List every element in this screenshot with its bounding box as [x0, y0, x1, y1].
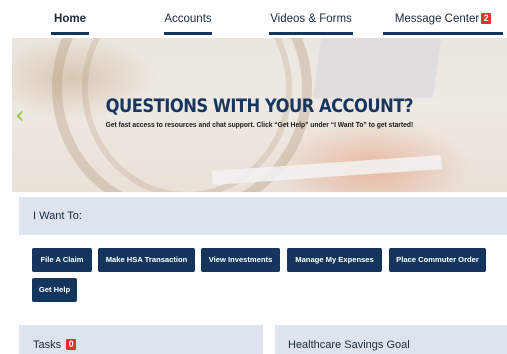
- nav-message-center[interactable]: Message Center 2: [383, 13, 503, 35]
- nav-home-label: Home: [54, 13, 86, 25]
- carousel-prev-icon[interactable]: ‹: [15, 103, 25, 127]
- file-a-claim-button[interactable]: File A Claim: [32, 248, 92, 272]
- message-count-badge: 2: [481, 13, 492, 24]
- make-hsa-transaction-button[interactable]: Make HSA Transaction: [98, 248, 195, 272]
- nav-videos-forms-underline: [269, 32, 353, 35]
- nav-accounts-label: Accounts: [164, 13, 212, 25]
- i-want-to-header: I Want To:: [19, 197, 507, 235]
- hero-background-laptop: [312, 38, 442, 98]
- i-want-to-title: I Want To:: [33, 210, 82, 222]
- tasks-panel: Tasks 0: [19, 325, 263, 354]
- top-nav: Home Accounts Videos & Forms Message Cen…: [0, 0, 507, 38]
- nav-message-center-underline: [383, 32, 503, 35]
- tasks-title: Tasks 0: [33, 339, 77, 351]
- hero-title: QUESTIONS WITH YOUR ACCOUNT?: [105, 95, 414, 117]
- nav-accounts-underline: [164, 32, 212, 35]
- manage-my-expenses-button[interactable]: Manage My Expenses: [287, 248, 382, 272]
- nav-videos-forms[interactable]: Videos & Forms: [269, 13, 353, 35]
- hero-banner[interactable]: ‹ QUESTIONS WITH YOUR ACCOUNT? Get fast …: [12, 38, 507, 192]
- tasks-count-badge: 0: [66, 339, 77, 350]
- get-help-button[interactable]: Get Help: [32, 278, 77, 302]
- place-commuter-order-button[interactable]: Place Commuter Order: [389, 248, 486, 272]
- nav-accounts[interactable]: Accounts: [163, 13, 213, 35]
- tasks-title-label: Tasks: [33, 339, 62, 351]
- nav-message-center-label: Message Center: [394, 13, 480, 25]
- healthcare-savings-goal-panel: Healthcare Savings Goal: [275, 325, 507, 354]
- nav-home[interactable]: Home: [51, 13, 89, 35]
- hero-subtitle: Get fast access to resources and chat su…: [105, 120, 414, 129]
- healthcare-savings-goal-title: Healthcare Savings Goal: [288, 339, 410, 351]
- nav-home-active-indicator: [51, 32, 89, 35]
- nav-videos-forms-label: Videos & Forms: [270, 13, 352, 25]
- view-investments-button[interactable]: View Investments: [201, 248, 280, 272]
